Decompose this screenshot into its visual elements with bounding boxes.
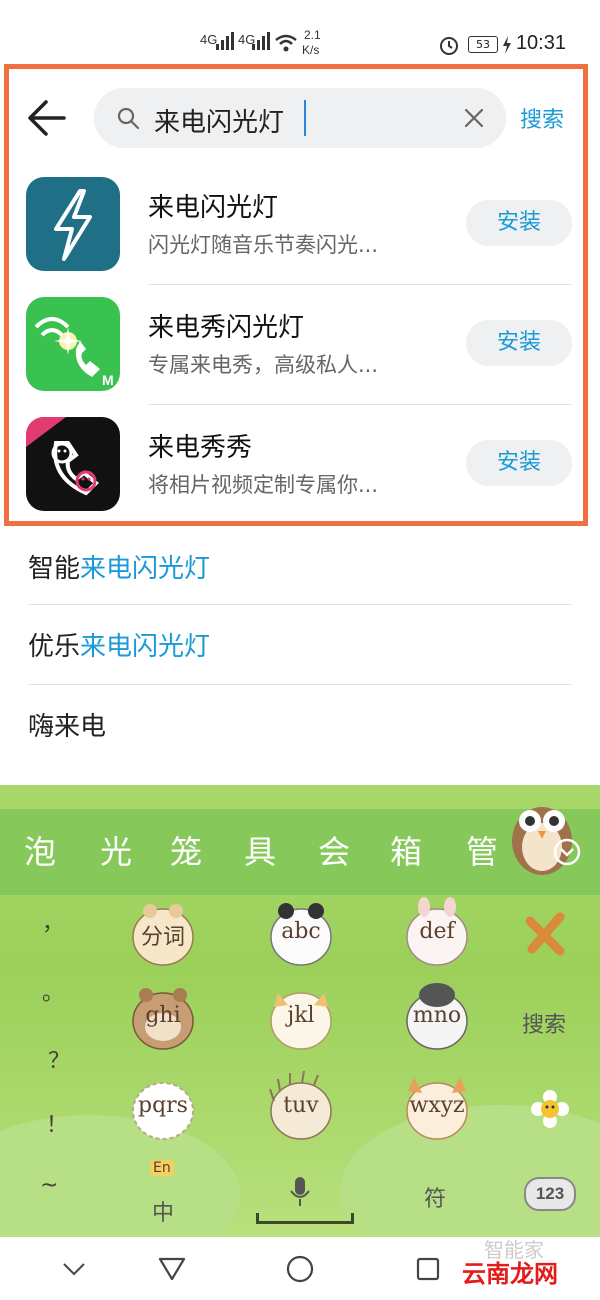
clock: 10:31	[515, 32, 566, 54]
suggestion-highlight: 来电闪光灯	[80, 632, 211, 662]
suggestion-prefix: 嗨来电	[28, 712, 107, 742]
app-description: 将相片视频定制专属你...	[148, 473, 379, 497]
app-name[interactable]: 来电闪光灯	[148, 187, 278, 224]
divider	[148, 284, 572, 285]
suggestion-prefix: 智能	[28, 554, 81, 584]
back-triangle-icon[interactable]	[158, 1257, 186, 1281]
alarm-icon	[440, 37, 458, 55]
app-name[interactable]: 来电秀秀	[148, 427, 252, 464]
search-icon	[117, 107, 140, 130]
wifi-icon	[275, 34, 297, 52]
keyboard: 泡 光 笼 具 会 箱 管 ， 。 ？ ！ ~ 分词 abc def ghi j…	[0, 785, 600, 1237]
suggestion-highlight: 来电闪光灯	[80, 554, 211, 584]
install-button[interactable]: 安装	[466, 320, 572, 366]
install-button[interactable]: 安装	[466, 440, 572, 486]
punct-key[interactable]: ？	[48, 1043, 70, 1075]
candidate-word[interactable]: 泡	[24, 827, 56, 873]
home-circle-icon[interactable]	[286, 1255, 314, 1283]
emoji-flower-icon[interactable]	[530, 1089, 570, 1129]
suggestion-item[interactable]: 优乐来电闪光灯	[28, 626, 210, 663]
key-tuv[interactable]: tuv	[266, 1070, 336, 1141]
app-description: 闪光灯随音乐节奏闪光...	[148, 233, 379, 257]
divider	[148, 404, 572, 405]
key-def[interactable]: def	[402, 897, 472, 967]
search-field[interactable]: 来电闪光灯	[94, 88, 506, 148]
symbol-key[interactable]: 符	[424, 1181, 446, 1213]
search-button[interactable]: 搜索	[520, 102, 564, 134]
app-result[interactable]: 来电闪光灯 闪光灯随音乐节奏闪光... 安装	[26, 177, 572, 271]
lightning-bolt-icon[interactable]	[26, 177, 120, 271]
key-abc[interactable]: abc	[266, 897, 336, 967]
candidate-word[interactable]: 笼	[170, 827, 202, 873]
language-badge[interactable]: En	[150, 1160, 174, 1176]
candidate-word[interactable]: 管	[466, 827, 498, 873]
clear-icon[interactable]	[460, 104, 488, 132]
back-arrow-icon[interactable]	[26, 96, 70, 140]
network-speed-unit: K/s	[302, 43, 320, 57]
punct-key[interactable]: ，	[42, 905, 64, 937]
hide-keyboard-icon[interactable]	[62, 1261, 86, 1277]
key-pqrs[interactable]: pqrs	[128, 1071, 198, 1141]
recents-square-icon[interactable]	[416, 1257, 440, 1281]
app-description: 专属来电秀，高级私人...	[148, 353, 379, 377]
candidate-word[interactable]: 会	[318, 827, 350, 873]
punct-key[interactable]: ~	[40, 1173, 58, 1198]
app-name[interactable]: 来电秀闪光灯	[148, 307, 304, 344]
key-fenci[interactable]: 分词	[128, 897, 198, 967]
candidate-word[interactable]: 具	[244, 827, 276, 873]
keyboard-search-key[interactable]: 搜索	[522, 1007, 566, 1039]
candidate-word[interactable]: 箱	[390, 827, 422, 873]
key-mno[interactable]: mno	[402, 981, 472, 1051]
microphone-icon[interactable]	[290, 1177, 310, 1207]
battery-level: 53	[468, 36, 498, 53]
space-key[interactable]	[256, 1213, 354, 1224]
suggestion-item[interactable]: 智能来电闪光灯	[28, 548, 210, 585]
punct-key[interactable]: 。	[42, 975, 64, 1007]
key-wxyz[interactable]: wxyz	[402, 1071, 472, 1141]
candidate-word[interactable]: 光	[100, 827, 132, 873]
watermark: 云南龙网	[462, 1260, 558, 1288]
suggestion-item[interactable]: 嗨来电	[28, 706, 106, 743]
network-speed-value: 2.1	[304, 28, 321, 42]
divider	[28, 604, 572, 605]
punct-key[interactable]: ！	[46, 1107, 68, 1139]
suggestion-prefix: 优乐	[28, 632, 81, 662]
key-ghi[interactable]: ghi	[128, 981, 198, 1051]
app-result[interactable]: 来电秀秀 将相片视频定制专属你... 安装	[26, 417, 572, 511]
text-cursor	[304, 100, 306, 136]
phone-flash-icon[interactable]: M	[26, 297, 120, 391]
divider	[28, 684, 572, 685]
status-bar: 4G 4G 2.1 K/s 53 10:31	[0, 0, 600, 60]
signal-bars-icon	[216, 32, 234, 50]
hill-decoration	[0, 1115, 240, 1237]
backspace-icon[interactable]	[522, 909, 572, 959]
charging-icon	[503, 36, 511, 54]
numbers-key[interactable]: 123	[524, 1177, 576, 1211]
app-result[interactable]: M 来电秀闪光灯 专属来电秀，高级私人... 安装	[26, 297, 572, 391]
install-button[interactable]: 安装	[466, 200, 572, 246]
svg-text:M: M	[102, 372, 114, 388]
phone-face-icon[interactable]	[26, 417, 120, 511]
key-jkl[interactable]: jkl	[266, 981, 336, 1051]
signal-bars-icon	[252, 32, 270, 50]
search-input[interactable]: 来电闪光灯	[154, 102, 284, 139]
language-switch-key[interactable]: 中	[152, 1195, 174, 1227]
collapse-keyboard-icon[interactable]	[552, 837, 582, 867]
